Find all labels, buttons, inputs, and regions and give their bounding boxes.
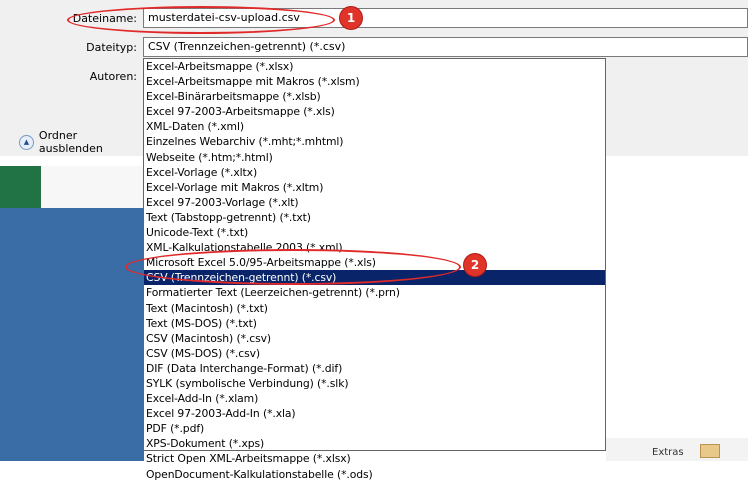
step-badge-2: 2 <box>464 254 486 276</box>
filetype-option[interactable]: XPS-Dokument (*.xps) <box>144 436 605 451</box>
background-window-area <box>0 208 144 461</box>
filetype-option[interactable]: CSV (Trennzeichen-getrennt) (*.csv) <box>144 270 605 286</box>
authors-label: Autoren: <box>89 70 137 83</box>
filename-label: Dateiname: <box>72 12 137 25</box>
hide-folders-button[interactable]: ▲ Ordner ausblenden <box>19 129 144 155</box>
filetype-option[interactable]: XML-Daten (*.xml) <box>144 119 605 134</box>
tools-label[interactable]: Extras <box>652 447 684 458</box>
excel-green-strip <box>0 166 41 208</box>
filetype-option[interactable]: CSV (MS-DOS) (*.csv) <box>144 346 605 361</box>
filetype-option[interactable]: Excel 97-2003-Add-In (*.xla) <box>144 406 605 421</box>
filetype-option[interactable]: Text (Tabstopp-getrennt) (*.txt) <box>144 210 605 225</box>
step-badge-1: 1 <box>340 7 362 29</box>
filetype-option[interactable]: SYLK (symbolische Verbindung) (*.slk) <box>144 376 605 391</box>
tools-dropdown-icon[interactable] <box>700 444 720 458</box>
hide-folders-label: Ordner ausblenden <box>38 129 103 155</box>
filetype-option[interactable]: XML-Kalkulationstabelle 2003 (*.xml) <box>144 240 605 255</box>
filetype-option[interactable]: Excel 97-2003-Vorlage (*.xlt) <box>144 195 605 210</box>
filetype-option[interactable]: Webseite (*.htm;*.html) <box>144 150 605 165</box>
dialog-lower-area <box>606 156 748 461</box>
filetype-option[interactable]: Excel-Vorlage mit Makros (*.xltm) <box>144 180 605 195</box>
filetype-option[interactable]: Excel-Arbeitsmappe (*.xlsx) <box>144 59 605 74</box>
filetype-option[interactable]: Strict Open XML-Arbeitsmappe (*.xlsx) <box>144 451 605 466</box>
filetype-option[interactable]: OpenDocument-Kalkulationstabelle (*.ods) <box>144 467 605 482</box>
filetype-option[interactable]: Excel-Vorlage (*.xltx) <box>144 165 605 180</box>
filetype-option[interactable]: Unicode-Text (*.txt) <box>144 225 605 240</box>
filetype-option[interactable]: Excel-Add-In (*.xlam) <box>144 391 605 406</box>
filetype-option[interactable]: Einzelnes Webarchiv (*.mht;*.mhtml) <box>144 134 605 149</box>
filetype-option[interactable]: Text (Macintosh) (*.txt) <box>144 301 605 316</box>
filetype-dropdown-list[interactable]: Excel-Arbeitsmappe (*.xlsx) Excel-Arbeits… <box>143 58 606 481</box>
chevron-up-icon: ▲ <box>19 134 34 150</box>
filetype-option[interactable]: Microsoft Excel 5.0/95-Arbeitsmappe (*.x… <box>144 255 605 270</box>
filetype-option[interactable]: PDF (*.pdf) <box>144 421 605 436</box>
filetype-option[interactable]: Text (MS-DOS) (*.txt) <box>144 316 605 331</box>
filetype-option[interactable]: CSV (Macintosh) (*.csv) <box>144 331 605 346</box>
filetype-option[interactable]: Excel-Binärarbeitsmappe (*.xlsb) <box>144 89 605 104</box>
filetype-option[interactable]: DIF (Data Interchange-Format) (*.dif) <box>144 361 605 376</box>
filetype-option[interactable]: Excel-Arbeitsmappe mit Makros (*.xlsm) <box>144 74 605 89</box>
filename-input[interactable]: musterdatei-csv-upload.csv <box>143 8 748 28</box>
filetype-select[interactable]: CSV (Trennzeichen-getrennt) (*.csv) <box>143 37 748 57</box>
filetype-option[interactable]: Excel 97-2003-Arbeitsmappe (*.xls) <box>144 104 605 119</box>
filetype-label: Dateityp: <box>86 41 137 54</box>
workbook-strip <box>41 166 144 208</box>
filetype-option[interactable]: Formatierter Text (Leerzeichen-getrennt)… <box>144 285 605 300</box>
